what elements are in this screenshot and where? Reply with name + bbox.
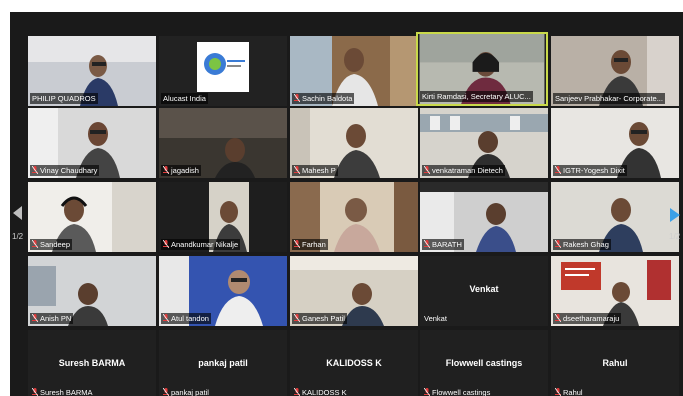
participant-tile[interactable]: Rakesh Ghag (551, 182, 679, 252)
participant-name: Rakesh Ghag (553, 239, 611, 250)
muted-mic-icon (555, 314, 561, 322)
participant-name: Flowwell castings (422, 387, 492, 396)
participant-tile[interactable]: IGTR-Yogesh Dixit (551, 108, 679, 178)
participant-name: IGTR-Yogesh Dixit (553, 165, 627, 176)
participant-display-name: Venkat (469, 284, 499, 294)
participant-tile[interactable]: Suresh BARMA Suresh BARMA (28, 330, 156, 396)
participant-name: Sanjeev Prabhakar- Corporate... (553, 93, 665, 104)
participant-tile[interactable]: Atul tandon (159, 256, 287, 326)
zoom-gallery-view: PHILIP QUADROS Alucast India Sachin Bald… (10, 12, 683, 396)
participant-name: Venkat (424, 314, 447, 323)
participant-tile-active-speaker[interactable]: Kirti Ramdasi, Secretary ALUC... (416, 32, 548, 106)
muted-mic-icon (294, 388, 300, 396)
participant-name: pankaj patil (161, 387, 211, 396)
participant-name: dseetharamaraju (553, 313, 622, 324)
participant-name: Sachin Baldota (292, 93, 355, 104)
participant-name: Anish PN (30, 313, 74, 324)
muted-mic-icon (294, 166, 300, 174)
muted-mic-icon (32, 388, 38, 396)
participant-tile[interactable]: BARATH (420, 182, 548, 252)
chevron-right-icon (670, 208, 680, 222)
participant-tile[interactable]: Anandkumar Nikalje (159, 182, 287, 252)
participant-tile[interactable]: Rahul Rahul (551, 330, 679, 396)
participant-tile[interactable]: Sanjeev Prabhakar- Corporate... (551, 36, 679, 106)
muted-mic-icon (163, 166, 169, 174)
page-indicator-left: 1/2 (12, 232, 24, 241)
participant-tile[interactable]: pankaj patil pankaj patil (159, 330, 287, 396)
participant-name: Ganesh Patil (292, 313, 347, 324)
next-page-button[interactable] (668, 206, 682, 228)
muted-mic-icon (555, 240, 561, 248)
participant-tile[interactable]: venkatraman Dietech (420, 108, 548, 178)
participant-tile[interactable]: KALIDOSS K KALIDOSS K (290, 330, 418, 396)
participant-tile[interactable]: Sachin Baldota (290, 36, 418, 106)
participant-name: jagadish (161, 165, 201, 176)
participant-display-name: pankaj patil (198, 358, 248, 368)
participant-name: Rahul (553, 387, 585, 396)
participant-name: Anandkumar Nikalje (161, 239, 241, 250)
muted-mic-icon (294, 94, 300, 102)
participant-name: PHILIP QUADROS (30, 93, 98, 104)
muted-mic-icon (424, 240, 430, 248)
participant-tile[interactable]: Flowwell castings Flowwell castings (420, 330, 548, 396)
prev-page-button[interactable] (10, 202, 26, 224)
participant-name: BARATH (422, 239, 464, 250)
muted-mic-icon (163, 240, 169, 248)
muted-mic-icon (163, 388, 169, 396)
muted-mic-icon (555, 166, 561, 174)
participant-tile[interactable]: Sandeep (28, 182, 156, 252)
participant-name: Suresh BARMA (30, 387, 95, 396)
participant-name: Atul tandon (161, 313, 211, 324)
participant-name: Mahesh P (292, 165, 338, 176)
participant-tile[interactable]: Farhan (290, 182, 418, 252)
muted-mic-icon (32, 314, 38, 322)
muted-mic-icon (294, 314, 300, 322)
muted-mic-icon (32, 240, 38, 248)
muted-mic-icon (294, 240, 300, 248)
participant-name: Vinay Chaudhary (30, 165, 100, 176)
participant-display-name: Flowwell castings (445, 358, 523, 368)
participant-tile[interactable]: Ganesh Patil (290, 256, 418, 326)
participant-tile[interactable]: Anish PN (28, 256, 156, 326)
muted-mic-icon (32, 166, 38, 174)
participant-name: Kirti Ramdasi, Secretary ALUC... (420, 91, 533, 102)
participant-name: Farhan (292, 239, 328, 250)
participant-name: KALIDOSS K (292, 387, 349, 396)
participant-name: venkatraman Dietech (422, 165, 505, 176)
page-indicator-right: 1/2 (669, 232, 681, 241)
participant-tile[interactable]: Venkat Venkat (420, 256, 548, 326)
participant-tile[interactable]: Vinay Chaudhary (28, 108, 156, 178)
participant-display-name: KALIDOSS K (326, 358, 382, 368)
participant-name: Sandeep (30, 239, 73, 250)
participant-display-name: Rahul (602, 358, 628, 368)
participant-tile[interactable]: Mahesh P (290, 108, 418, 178)
participant-display-name: Suresh BARMA (58, 358, 126, 368)
participant-tile[interactable]: dseetharamaraju (551, 256, 679, 326)
chevron-left-icon (13, 206, 22, 220)
muted-mic-icon (555, 388, 561, 396)
muted-mic-icon (424, 388, 430, 396)
muted-mic-icon (424, 166, 430, 174)
participant-tile[interactable]: PHILIP QUADROS (28, 36, 156, 106)
participant-tile[interactable]: Alucast India (159, 36, 287, 106)
participant-tile[interactable]: jagadish (159, 108, 287, 178)
participant-name: Alucast India (161, 93, 208, 104)
muted-mic-icon (163, 314, 169, 322)
